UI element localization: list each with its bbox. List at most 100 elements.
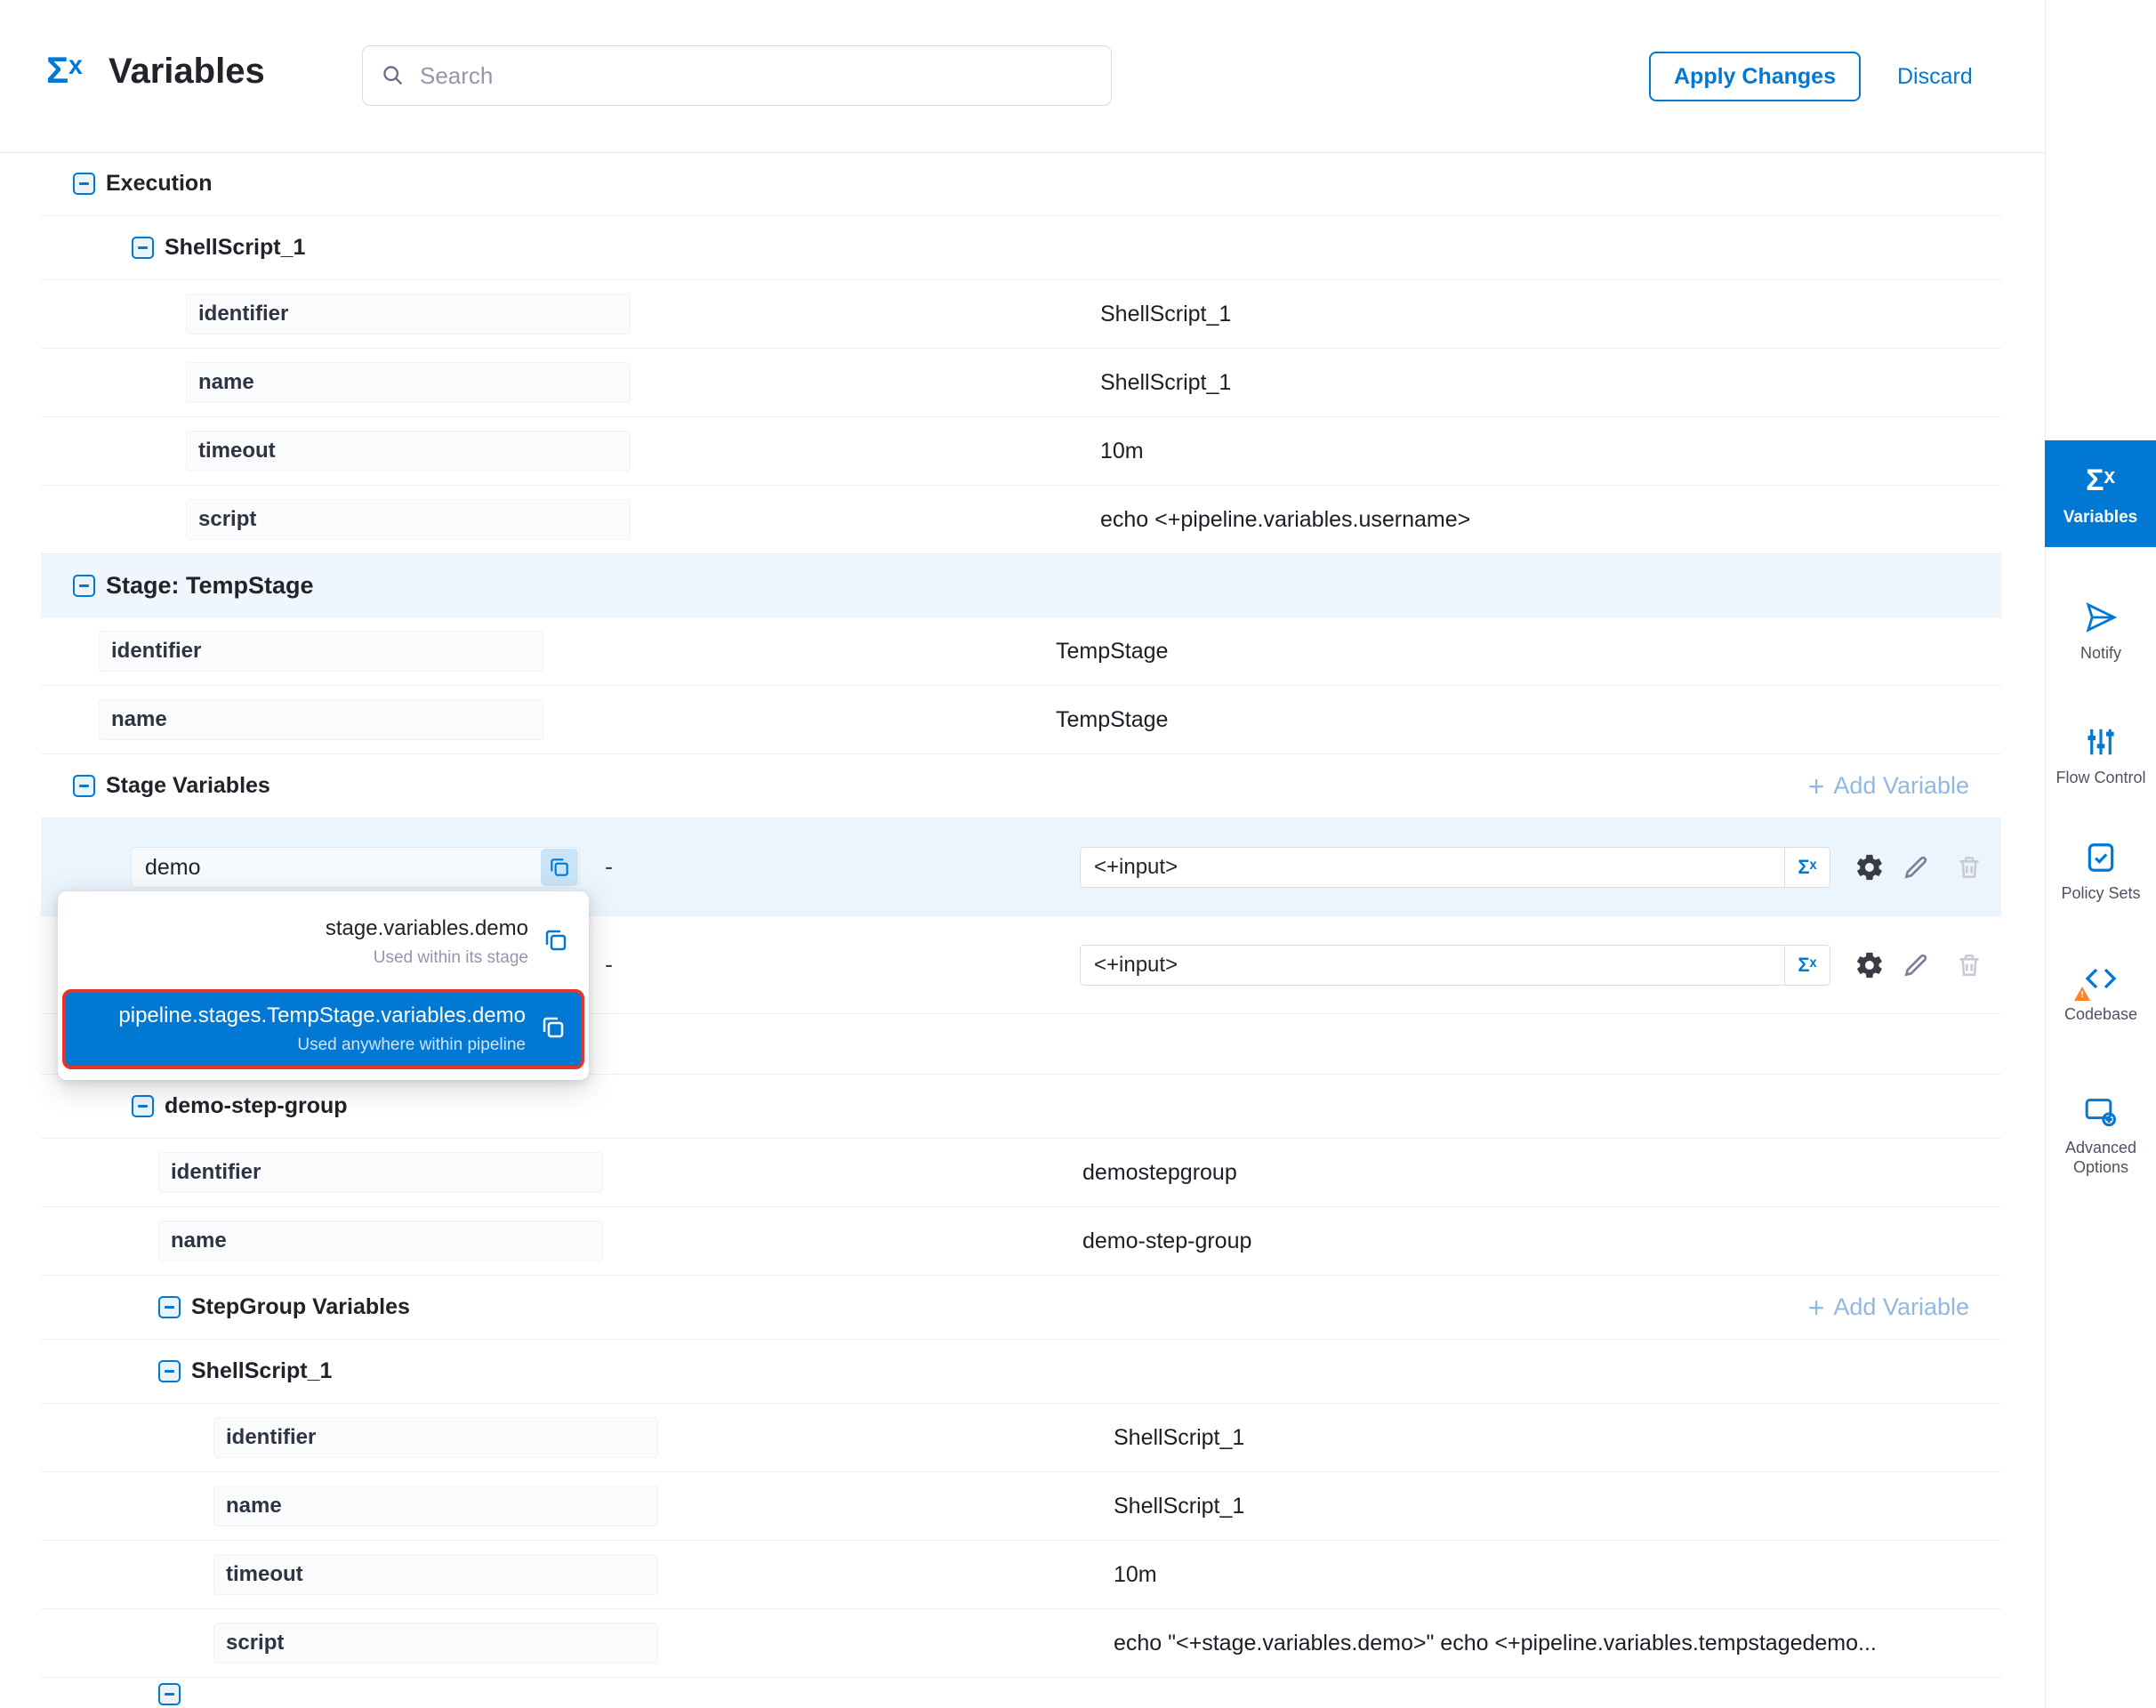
sidebar-item-label: Advanced Options — [2053, 1138, 2149, 1177]
field-value: TempStage — [1056, 617, 1168, 685]
sidebar-item-codebase[interactable]: !Codebase — [2046, 960, 2156, 1024]
discard-button[interactable]: Discard — [1897, 64, 1973, 90]
copy-icon[interactable] — [541, 849, 578, 886]
field-name: identifier — [213, 1417, 658, 1458]
group-row: ShellScript_1 — [41, 216, 2001, 280]
group-row — [41, 1678, 2001, 1707]
sidebar-item-label: Variables — [2063, 508, 2137, 528]
field-row: name ShellScript_1 — [41, 349, 2001, 417]
variable-reference-item-selected[interactable]: pipeline.stages.TempStage.variables.demo… — [62, 989, 584, 1069]
sigma-icon: Σˣ — [2086, 462, 2115, 499]
page-title: Variables — [109, 50, 265, 93]
sidebar-item-notify[interactable]: Notify — [2046, 599, 2156, 663]
search-input[interactable] — [418, 61, 1044, 91]
field-name: timeout — [213, 1554, 658, 1595]
field-value: demostepgroup — [1082, 1139, 1237, 1206]
right-rail: Σˣ Variables Notify Flow Control Policy Sets… — [2045, 0, 2156, 1708]
field-row: timeout 10m — [41, 1541, 2001, 1609]
edit-icon[interactable] — [1900, 949, 1932, 981]
delete-icon[interactable] — [1953, 949, 1985, 981]
field-value: ShellScript_1 — [1114, 1472, 1244, 1540]
add-variable-button[interactable]: + Add Variable — [1808, 1276, 1969, 1339]
sidebar-item-label: Notify — [2080, 643, 2121, 663]
field-value: 10m — [1114, 1541, 1157, 1608]
collapse-icon[interactable] — [73, 775, 95, 797]
add-variable-label: Add Variable — [1833, 1293, 1969, 1321]
group-row: demo-step-group — [41, 1075, 2001, 1139]
group-label: Execution — [106, 171, 212, 197]
group-label: ShellScript_1 — [165, 235, 305, 261]
collapse-icon[interactable] — [132, 237, 154, 259]
minus-glyph — [165, 1693, 174, 1696]
field-value: TempStage — [1056, 686, 1168, 753]
field-name: name — [186, 362, 631, 403]
field-name: name — [99, 699, 543, 740]
collapse-icon[interactable] — [158, 1683, 181, 1705]
variable-reference-item[interactable]: stage.variables.demo Used within its sta… — [58, 902, 589, 982]
field-row: identifierShellScript_1 — [41, 1404, 2001, 1472]
settings-icon[interactable] — [1854, 949, 1886, 981]
sidebar-item-label: Codebase — [2064, 1004, 2137, 1024]
reference-path: stage.variables.demo — [326, 916, 528, 941]
plus-icon: + — [1808, 1293, 1825, 1322]
sidebar-item-advanced-options[interactable]: Advanced Options — [2046, 1093, 2156, 1177]
send-icon — [2083, 599, 2119, 636]
apply-changes-button[interactable]: Apply Changes — [1649, 52, 1861, 101]
field-value: echo <+pipeline.variables.username> — [1100, 486, 1470, 553]
field-name: identifier — [99, 631, 543, 672]
variable-value-input[interactable]: <+input>Σˣ — [1080, 847, 1830, 888]
reference-path: pipeline.stages.TempStage.variables.demo — [118, 1003, 526, 1028]
minus-glyph — [79, 785, 89, 787]
variable-name-input[interactable]: demo — [131, 847, 580, 888]
field-value: echo "<+stage.variables.demo>" echo <+pi… — [1114, 1609, 1877, 1677]
collapse-icon[interactable] — [73, 575, 95, 597]
field-value: ShellScript_1 — [1100, 349, 1231, 416]
field-value: ShellScript_1 — [1100, 280, 1231, 348]
settings-icon[interactable] — [1854, 851, 1886, 883]
collapse-icon[interactable] — [73, 173, 95, 195]
field-row: name TempStage — [41, 686, 2001, 754]
group-row: Stage Variables+Add Variable — [41, 754, 2001, 818]
minus-glyph — [165, 1370, 174, 1373]
field-row: timeout 10m — [41, 417, 2001, 486]
copy-icon[interactable] — [543, 927, 569, 958]
field-value: 10m — [1100, 417, 1144, 485]
collapse-icon[interactable] — [132, 1095, 154, 1117]
field-name: script — [186, 499, 631, 540]
field-row: namedemo-step-group — [41, 1207, 2001, 1276]
group-label: ShellScript_1 — [191, 1358, 332, 1384]
field-name: script — [213, 1623, 658, 1664]
runtime-input-icon[interactable]: Σˣ — [1784, 848, 1830, 887]
field-name: identifier — [158, 1152, 603, 1193]
delete-icon[interactable] — [1953, 851, 1985, 883]
sidebar-item-label: Flow Control — [2055, 768, 2145, 787]
policy-icon — [2084, 839, 2118, 876]
search-box[interactable] — [362, 45, 1112, 106]
sidebar-item-flow-control[interactable]: Flow Control — [2046, 723, 2156, 787]
required-separator: - — [605, 818, 613, 915]
field-name: timeout — [186, 431, 631, 471]
reference-scope: Used within its stage — [326, 948, 528, 968]
sidebar-item-label: Policy Sets — [2061, 883, 2140, 903]
sidebar-item-variables[interactable]: Σˣ Variables — [2045, 440, 2156, 547]
collapse-icon[interactable] — [158, 1296, 181, 1318]
field-name: name — [213, 1486, 658, 1527]
stage-header-row: Stage: TempStage — [41, 554, 2001, 617]
minus-glyph — [79, 584, 89, 587]
minus-glyph — [165, 1306, 174, 1309]
sidebar-item-policy-sets[interactable]: Policy Sets — [2046, 839, 2156, 903]
group-label: StepGroup Variables — [191, 1294, 410, 1320]
required-separator: - — [605, 916, 613, 1013]
add-variable-button[interactable]: +Add Variable — [1808, 754, 1969, 818]
variable-value-input[interactable]: <+input>Σˣ — [1080, 945, 1830, 986]
group-row: ShellScript_1 — [41, 1340, 2001, 1404]
add-variable-label: Add Variable — [1833, 772, 1969, 800]
runtime-input-icon[interactable]: Σˣ — [1784, 946, 1830, 985]
field-name: name — [158, 1221, 603, 1261]
edit-icon[interactable] — [1900, 851, 1932, 883]
variables-panel: Σˣ Variables Apply Changes Discard Execu… — [0, 0, 2156, 1708]
flow-icon — [2084, 723, 2118, 761]
collapse-icon[interactable] — [158, 1360, 181, 1382]
copy-icon[interactable] — [540, 1014, 567, 1045]
group-row: Execution — [41, 152, 2001, 216]
